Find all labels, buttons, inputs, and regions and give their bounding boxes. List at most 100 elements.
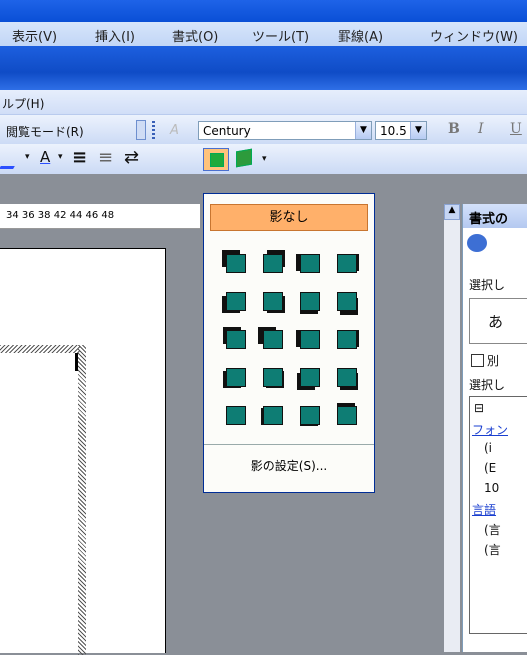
pane-line: 選択し <box>469 378 506 392</box>
shadow-style-option[interactable] <box>220 401 250 427</box>
formatting-list[interactable]: ⊟ フォン (i (E 10 言語 (言 (言 <box>469 396 527 634</box>
task-pane-title: 書式の <box>469 212 509 227</box>
shadow-style-option[interactable] <box>257 401 287 427</box>
shape-swatch <box>263 292 283 311</box>
formatting-toolbar: 閲覧モード(R) A Century ▼ 10.5 ▼ B I U <box>0 114 527 145</box>
font-name-combo[interactable]: Century ▼ <box>198 121 372 140</box>
menu-view[interactable]: 表示(V) <box>12 26 57 45</box>
ruler-marks: 34 36 38 42 44 46 48 <box>6 210 115 221</box>
pane-line: 別 <box>487 354 500 368</box>
shape-swatch <box>300 330 320 349</box>
shadow-settings-option[interactable]: 影の設定(S)... <box>204 457 374 474</box>
shape-swatch <box>300 406 320 425</box>
shape-swatch <box>263 330 283 349</box>
shape-swatch <box>300 368 320 387</box>
line-style-icon[interactable]: ≡ <box>72 147 87 168</box>
back-icon[interactable] <box>467 234 487 252</box>
shape-swatch <box>226 330 246 349</box>
3d-style-icon[interactable] <box>236 148 252 168</box>
menu-bar: 表示(V) 挿入(I) 書式(O) ツール(T) 罫線(A) ウィンドウ(W) <box>0 22 527 46</box>
toolbar-grip[interactable] <box>152 121 155 141</box>
font-color-icon[interactable]: A <box>40 148 50 166</box>
pane-line: 10 <box>484 481 500 495</box>
shape-swatch <box>300 254 320 273</box>
menu-format[interactable]: 書式(O) <box>172 26 218 45</box>
collapse-icon[interactable]: ⊟ <box>474 401 484 415</box>
shadow-style-option[interactable] <box>294 401 324 427</box>
shadow-style-option[interactable] <box>220 287 250 313</box>
shadow-style-option[interactable] <box>294 287 324 314</box>
shape-swatch <box>226 254 246 273</box>
scroll-up-icon[interactable]: ▲ <box>444 204 460 220</box>
shape-swatch <box>337 368 357 387</box>
menu-divider <box>204 444 374 445</box>
shape-swatch <box>300 292 320 311</box>
arrow-style-icon[interactable]: ⇄ <box>124 147 139 168</box>
toolbar-options-icon[interactable]: ▾ <box>262 154 267 164</box>
shape-swatch <box>337 254 357 273</box>
font-size-combo[interactable]: 10.5 ▼ <box>375 121 427 140</box>
style-icon[interactable]: A <box>170 123 179 138</box>
shadow-style-option[interactable] <box>257 287 287 313</box>
shape-swatch <box>226 292 246 311</box>
shadow-style-option[interactable] <box>331 401 361 427</box>
bold-button[interactable]: B <box>448 121 460 137</box>
chevron-down-icon[interactable]: ▼ <box>355 122 371 139</box>
shadow-style-option[interactable] <box>220 249 250 275</box>
shape-swatch <box>226 368 246 387</box>
shadow-style-option[interactable] <box>331 249 361 275</box>
shadow-style-option[interactable] <box>294 363 324 390</box>
shadow-style-option[interactable] <box>257 249 287 275</box>
vertical-scrollbar[interactable]: ▲ <box>444 204 460 652</box>
pane-line: あ <box>488 313 504 331</box>
menu-insert[interactable]: 挿入(I) <box>95 26 135 45</box>
shadow-style-option[interactable] <box>220 363 250 389</box>
line-color-icon[interactable] <box>0 152 23 169</box>
dash-style-icon[interactable]: ≡ <box>98 147 113 168</box>
toolbar-region <box>0 46 527 90</box>
preview-box: あ <box>469 298 527 344</box>
language-link[interactable]: 言語 <box>472 501 496 518</box>
no-shadow-label: 影なし <box>269 210 309 225</box>
shadow-style-option[interactable] <box>294 249 324 275</box>
shadow-style-option[interactable] <box>331 363 361 390</box>
shadow-style-option[interactable] <box>257 363 287 389</box>
chevron-down-icon[interactable]: ▾ <box>58 152 63 162</box>
textbox-handle[interactable] <box>75 353 78 371</box>
no-shadow-option[interactable]: 影なし <box>210 204 368 231</box>
drawing-toolbar: ▾ A ▾ ≡ ≡ ⇄ ▾ <box>0 144 527 174</box>
shadow-style-button[interactable] <box>203 148 229 171</box>
menu-tools[interactable]: ツール(T) <box>252 26 309 45</box>
shadow-style-option[interactable] <box>220 325 250 351</box>
shadow-style-menu: 影なし 影の設定(S)... <box>203 193 375 493</box>
help-bar: ルプ(H) <box>0 90 527 114</box>
task-pane: 書式の 選択し あ 別 選択し ⊟ フォン (i (E 10 言語 (言 (言 <box>462 204 527 652</box>
menu-window[interactable]: ウィンドウ(W) <box>430 26 518 45</box>
shape-swatch <box>263 406 283 425</box>
menu-table[interactable]: 罫線(A) <box>338 26 383 45</box>
shadow-style-option[interactable] <box>331 287 361 315</box>
shape-swatch <box>263 368 283 387</box>
shape-swatch <box>337 292 357 311</box>
chevron-down-icon[interactable]: ▼ <box>410 122 426 139</box>
shadow-settings-label: 影の設定(S)... <box>250 459 328 473</box>
shadow-style-option[interactable] <box>257 325 287 351</box>
pane-line: (i <box>484 441 493 455</box>
shape-swatch <box>263 254 283 273</box>
font-link[interactable]: フォン <box>472 421 508 438</box>
pane-line: 選択し <box>469 278 506 292</box>
document-page[interactable] <box>0 248 166 655</box>
italic-button[interactable]: I <box>478 121 484 137</box>
shape-swatch <box>337 406 357 425</box>
shadow-style-option[interactable] <box>331 325 361 351</box>
shadow-style-option[interactable] <box>294 325 324 351</box>
underline-button[interactable]: U <box>510 121 522 137</box>
pane-line: (言 <box>484 523 501 537</box>
menu-help[interactable]: ルプ(H) <box>2 95 44 112</box>
horizontal-ruler[interactable]: 34 36 38 42 44 46 48 <box>0 204 200 229</box>
checkbox[interactable] <box>471 354 484 367</box>
chevron-down-icon[interactable]: ▾ <box>25 152 30 162</box>
toolbar-options-icon[interactable] <box>136 120 146 140</box>
reading-mode-button[interactable]: 閲覧モード(R) <box>6 123 84 140</box>
shape-swatch <box>337 330 357 349</box>
